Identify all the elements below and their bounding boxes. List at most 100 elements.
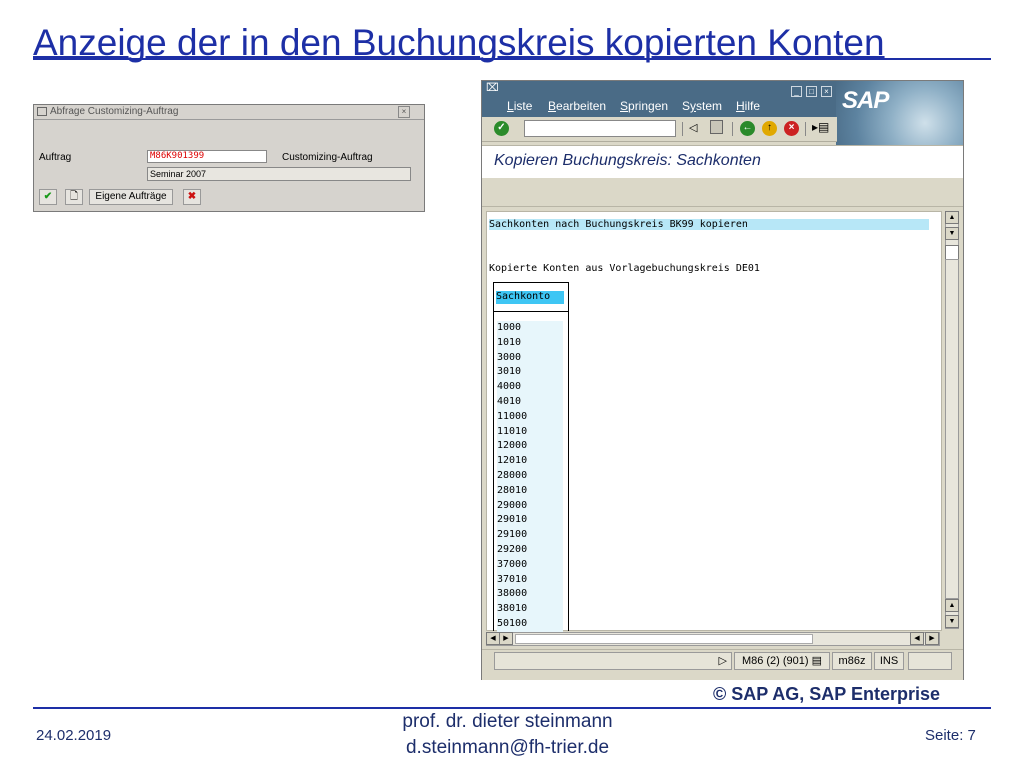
window-icon: [37, 107, 47, 116]
title-divider: [33, 58, 991, 60]
account-row[interactable]: 29010: [497, 513, 563, 529]
status-message-field[interactable]: ▷: [494, 652, 732, 670]
enter-icon[interactable]: ✓: [494, 121, 509, 136]
account-number: 38000: [497, 587, 563, 603]
account-number: 28010: [497, 483, 563, 499]
scroll-up-icon[interactable]: ▲: [945, 599, 959, 612]
account-number: 38010: [497, 602, 563, 617]
maximize-icon[interactable]: □: [806, 86, 817, 97]
account-row[interactable]: 1000: [497, 321, 563, 336]
scroll-down-icon[interactable]: ▼: [945, 615, 959, 628]
account-row[interactable]: 37000: [497, 557, 563, 573]
account-rows: 1000 1010 3000 3010 4000 4010 11000 11010 12000 1…: [497, 321, 563, 632]
account-row[interactable]: 12010: [497, 454, 563, 469]
account-row[interactable]: 3000: [497, 350, 563, 366]
account-number: 29000: [497, 498, 563, 514]
account-row[interactable]: 28000: [497, 468, 563, 484]
menu-system[interactable]: System: [682, 99, 722, 113]
account-number: 11010: [497, 424, 563, 440]
scroll-up-icon[interactable]: ▲: [945, 211, 959, 224]
account-row[interactable]: 38010: [497, 602, 563, 617]
menu-springen[interactable]: Springen: [620, 99, 668, 113]
request-type-label: Customizing-Auftrag: [282, 152, 373, 163]
menu-hilfe[interactable]: Hilfe: [736, 99, 760, 113]
back-arrow-icon[interactable]: ◁: [689, 121, 697, 134]
account-row[interactable]: 50100: [497, 616, 563, 632]
minimize-icon[interactable]: _: [791, 86, 802, 97]
status-expand-icon[interactable]: ▷: [719, 655, 727, 667]
account-row[interactable]: 37010: [497, 572, 563, 588]
account-number: 1010: [497, 335, 563, 351]
account-number: 28000: [497, 468, 563, 484]
cancel-icon[interactable]: ×: [784, 121, 799, 136]
dialog-body: Auftrag M86K901399 Customizing-Auftrag S…: [35, 120, 423, 190]
list-header-line: Sachkonten nach Buchungskreis BK99 kopie…: [489, 219, 929, 230]
account-row[interactable]: 11000: [497, 409, 563, 425]
account-number: 50100: [497, 616, 563, 632]
back-icon[interactable]: ←: [740, 121, 755, 136]
status-bar: ▷ M86 (2) (901) ▤ m86z INS: [482, 649, 963, 680]
footer-page-number: Seite: 7: [925, 727, 976, 744]
account-number: 37000: [497, 557, 563, 573]
account-row[interactable]: 29200: [497, 542, 563, 558]
footer-date: 24.02.2019: [36, 727, 112, 744]
status-details-icon[interactable]: ▤: [812, 655, 822, 667]
scroll-right-icon[interactable]: ▶: [499, 632, 513, 645]
command-field[interactable]: [524, 120, 676, 137]
scroll-down-icon[interactable]: ▼: [945, 227, 959, 240]
account-number: 1000: [497, 321, 563, 336]
scroll-left-icon[interactable]: ◀: [486, 632, 500, 645]
account-number: 3010: [497, 365, 563, 381]
account-row[interactable]: 29000: [497, 498, 563, 514]
account-number: 29010: [497, 513, 563, 529]
confirm-button[interactable]: ✔: [39, 189, 57, 205]
status-system-field[interactable]: M86 (2) (901) ▤: [734, 652, 830, 670]
close-icon[interactable]: ×: [398, 106, 410, 118]
system-info: M86 (2) (901): [741, 655, 809, 667]
close-window-icon[interactable]: ×: [821, 86, 832, 97]
account-number: 4000: [497, 380, 563, 395]
menu-liste[interactable]: Liste: [507, 99, 532, 113]
footer-author: prof. dr. dieter steinmann d.steinmann@f…: [380, 709, 635, 761]
scroll-thumb[interactable]: [515, 634, 813, 644]
own-requests-button[interactable]: Eigene Aufträge: [89, 189, 173, 205]
account-row[interactable]: 1010: [497, 335, 563, 351]
scroll-right-icon[interactable]: ▶: [925, 632, 939, 645]
copyright: © SAP AG, SAP Enterprise: [713, 684, 941, 704]
status-server-field: m86z: [832, 652, 872, 670]
account-row[interactable]: 4000: [497, 380, 563, 395]
account-row[interactable]: 29100: [497, 528, 563, 543]
account-number: 37010: [497, 572, 563, 588]
status-mode-field: INS: [874, 652, 904, 670]
vertical-scrollbar-bottom[interactable]: ▲ ▼: [945, 599, 959, 629]
new-request-button[interactable]: 🗋: [65, 189, 83, 205]
account-row[interactable]: 12000: [497, 439, 563, 455]
account-row[interactable]: 28010: [497, 483, 563, 499]
request-label: Auftrag: [39, 152, 72, 163]
account-row[interactable]: 3010: [497, 365, 563, 381]
exit-icon[interactable]: ↑: [762, 121, 777, 136]
print-icon[interactable]: ▸▤: [812, 120, 829, 134]
toolbar-separator: [805, 122, 806, 136]
account-number: 12010: [497, 454, 563, 469]
vertical-scroll-track[interactable]: [945, 259, 959, 599]
sap-logo-text: SAP: [842, 87, 889, 114]
screen-title: Kopieren Buchungskreis: Sachkonten: [494, 152, 761, 169]
account-number: 29200: [497, 542, 563, 558]
window-menu-icon[interactable]: ⌧: [486, 83, 499, 95]
account-row[interactable]: 38000: [497, 587, 563, 603]
save-icon[interactable]: [710, 120, 723, 134]
account-row[interactable]: 4010: [497, 394, 563, 410]
dialog-button-bar: ✔ 🗋 Eigene Aufträge ✖: [35, 187, 423, 209]
sap-logo: SAP: [836, 81, 963, 151]
author-name: prof. dr. dieter steinmann: [402, 711, 613, 732]
cancel-button[interactable]: ✖: [183, 189, 201, 205]
vertical-scrollbar-top[interactable]: ▲ ▼: [945, 211, 959, 261]
dialog-title-bar: Abfrage Customizing-Auftrag ×: [34, 105, 424, 120]
menu-bearbeiten[interactable]: Bearbeiten: [548, 99, 606, 113]
scroll-left-icon[interactable]: ◀: [910, 632, 924, 645]
account-row[interactable]: 11010: [497, 424, 563, 440]
account-column: Sachkonto 1000 1010 3000 3010 4000 4010 11000 1…: [493, 282, 569, 632]
horizontal-scrollbar[interactable]: ◀ ▶ ◀ ▶: [486, 632, 940, 646]
request-number-input[interactable]: M86K901399: [147, 150, 267, 163]
